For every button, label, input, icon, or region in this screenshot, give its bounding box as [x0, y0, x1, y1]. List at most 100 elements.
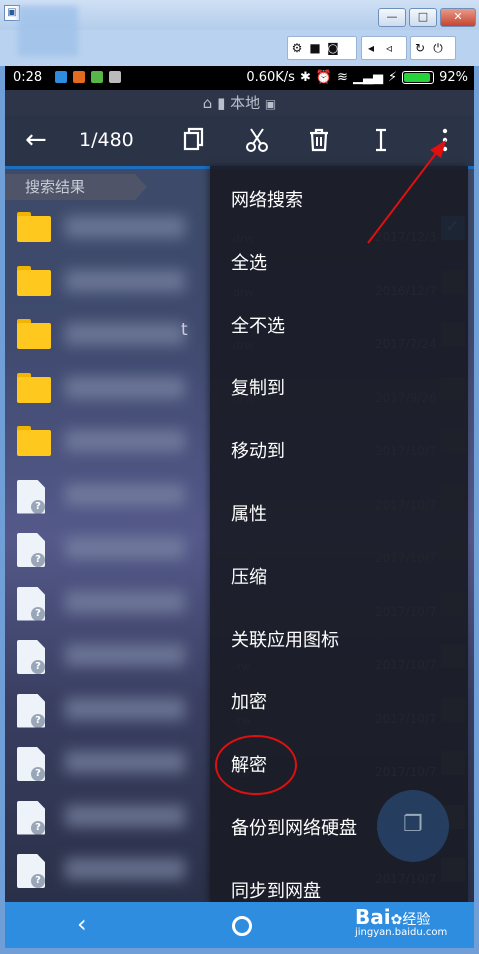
unknown-file-icon: ?: [17, 747, 45, 781]
menu-item-label: 属性: [231, 504, 267, 525]
rename-icon[interactable]: [367, 126, 395, 154]
selection-action-bar: ← 1/480: [5, 116, 474, 166]
file-name-blurred: [65, 537, 185, 559]
gear-icon[interactable]: ⚙: [288, 41, 306, 55]
watermark-brand2: 经验: [402, 912, 431, 928]
unknown-file-icon: ?: [17, 800, 45, 835]
menu-item[interactable]: 属性: [210, 482, 468, 542]
menu-item-label: 关联应用图标: [231, 629, 339, 651]
menu-item-label: 复制到: [231, 378, 285, 400]
file-manager-app: ⌂ ▮ 本地 ▣ ← 1/480 搜索结果 ✓ ? ? ? ? ? ? ? ? …: [5, 90, 474, 902]
unknown-file-icon: ?: [17, 533, 45, 567]
charging-icon: ⚡: [387, 70, 398, 85]
menu-item-label: 加密: [231, 692, 267, 714]
menu-item-label: 全选: [231, 252, 267, 274]
menu-item[interactable]: 关联应用图标: [210, 608, 468, 668]
filename-fragment: t: [181, 320, 188, 340]
menu-item[interactable]: 同步到网盘: [210, 859, 468, 902]
power-icon[interactable]: ⏻: [429, 41, 447, 56]
file-name-blurred: [65, 644, 185, 666]
notification-icon: [55, 71, 67, 83]
watermark-url: jingyan.baidu.com: [355, 927, 448, 938]
alarm-icon: ⏰: [315, 70, 333, 85]
notification-icon: [91, 71, 103, 83]
menu-item-label: 备份到网络硬盘: [231, 818, 357, 839]
notification-icon: [73, 71, 85, 83]
home-icon: ⌂: [202, 94, 213, 112]
location-bar[interactable]: ⌂ ▮ 本地 ▣: [5, 90, 474, 116]
back-arrow-icon[interactable]: ←: [25, 125, 47, 155]
selection-count: 1/480: [79, 129, 134, 151]
signal-icon: ▁▃▅: [352, 70, 383, 85]
file-name-blurred: [65, 216, 185, 238]
window-titlebar: ▣ — □ ✕: [0, 0, 479, 56]
folder-icon: [17, 426, 51, 456]
file-name-blurred: [65, 697, 185, 720]
cut-icon[interactable]: [243, 126, 271, 154]
menu-item[interactable]: 全选: [210, 231, 468, 291]
overflow-menu: 网络搜索全选全不选复制到移动到属性压缩关联应用图标 加密解密备份到网络硬盘 同步到网…: [210, 166, 468, 902]
menu-item-label: 移动到: [231, 441, 285, 463]
unknown-file-icon: ?: [17, 586, 45, 621]
menu-item[interactable]: 解密: [210, 733, 468, 793]
window-title-blur: [18, 6, 78, 56]
menu-item[interactable]: 复制到: [210, 356, 468, 416]
folder-icon: [17, 319, 51, 349]
watermark: Bai✿经验 jingyan.baidu.com: [355, 905, 447, 938]
minimize-button[interactable]: —: [378, 8, 406, 27]
folder-icon: [17, 372, 51, 403]
wifi-icon: ≋: [337, 70, 348, 85]
volume-up-icon[interactable]: ◃: [380, 41, 398, 55]
battery-percent: 92%: [439, 70, 468, 85]
menu-item-label: 网络搜索: [231, 190, 303, 211]
file-name-blurred: [65, 483, 185, 506]
capture-toolbar: ⚙ ■ ◙: [287, 36, 357, 60]
menu-item[interactable]: 压缩: [210, 545, 468, 605]
file-name-blurred: [65, 858, 185, 880]
watermark-brand: Bai: [355, 905, 391, 929]
video-icon[interactable]: ■: [306, 41, 324, 55]
camera-icon[interactable]: ◙: [324, 41, 342, 55]
delete-icon[interactable]: [305, 126, 333, 154]
breadcrumb[interactable]: 搜索结果: [5, 174, 147, 200]
menu-item[interactable]: 全不选: [210, 294, 468, 354]
volume-down-icon[interactable]: ◂: [362, 41, 380, 55]
android-icon: ▣: [264, 97, 277, 111]
unknown-file-icon: ?: [17, 479, 45, 514]
paste-icon: ❐: [403, 812, 423, 837]
file-name-blurred: [65, 751, 185, 773]
nav-home-button[interactable]: [232, 916, 252, 936]
unknown-file-icon: ?: [17, 854, 45, 888]
file-name-blurred: [65, 804, 185, 827]
menu-item-label: 全不选: [231, 315, 285, 337]
restore-button[interactable]: □: [409, 8, 437, 27]
menu-item-label: 压缩: [231, 566, 267, 588]
rotate-icon[interactable]: ↻: [411, 41, 429, 55]
status-bar: 0:28 0.60K/s ✱ ⏰ ≋ ▁▃▅ ⚡ 92%: [5, 66, 474, 90]
menu-item[interactable]: 移动到: [210, 419, 468, 479]
file-name-blurred: [65, 430, 185, 452]
folder-icon: [17, 212, 51, 242]
phone-icon: ▮: [217, 94, 226, 112]
menu-item[interactable]: 网络搜索: [210, 168, 468, 228]
unknown-file-icon: ?: [17, 693, 45, 728]
copy-icon[interactable]: [180, 126, 208, 154]
folder-icon: [17, 265, 51, 296]
network-speed: 0.60K/s: [246, 70, 295, 85]
paste-fab[interactable]: ❐: [377, 790, 449, 862]
file-name-blurred: [65, 376, 185, 399]
location-title: 本地: [230, 94, 261, 112]
menu-item-label: 解密: [231, 755, 267, 777]
nav-back-button[interactable]: ‹: [77, 910, 87, 938]
file-name-blurred: [65, 590, 185, 613]
file-name-blurred: [65, 269, 185, 292]
volume-toolbar: ◂ ◃: [361, 36, 407, 60]
paw-icon: ✿: [390, 912, 403, 928]
menu-item-label: 同步到网盘: [231, 880, 321, 902]
more-options-icon[interactable]: [431, 126, 459, 154]
bluetooth-icon: ✱: [299, 70, 311, 85]
menu-item[interactable]: 加密: [210, 670, 468, 730]
close-button[interactable]: ✕: [440, 8, 476, 27]
notification-icon: [109, 71, 121, 83]
unknown-file-icon: ?: [17, 640, 45, 674]
